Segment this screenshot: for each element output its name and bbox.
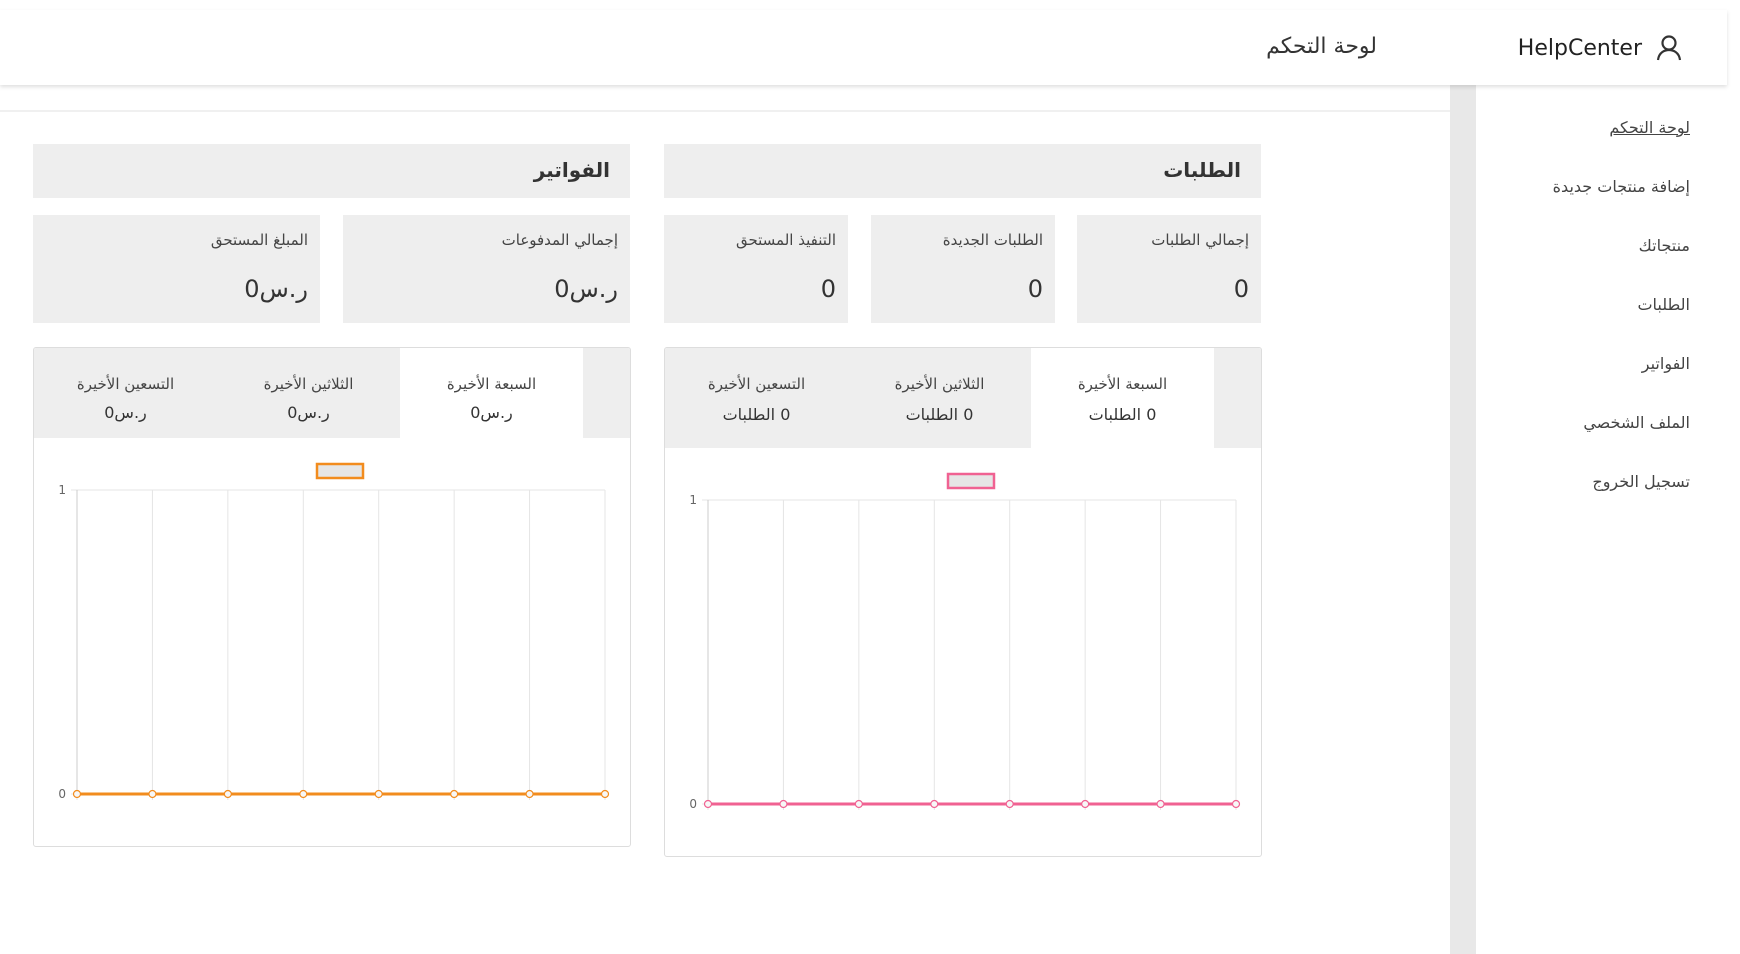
- orders-chart-card: السبعة الأخيرة 0 الطلبات الثلاثين الأخير…: [664, 347, 1262, 857]
- data-point: [1156, 799, 1165, 809]
- sidebar-item-profile[interactable]: الملف الشخصي: [1583, 413, 1690, 432]
- orders-section-header: الطلبات: [664, 144, 1261, 198]
- tab-value: 0 الطلبات: [1088, 405, 1157, 424]
- data-point: [600, 789, 610, 799]
- top-bar: HelpCenter لوحة التحكم: [0, 10, 1727, 85]
- sidebar-item-invoices[interactable]: الفواتير: [1642, 354, 1690, 373]
- invoices-chart-card: السبعة الأخيرة ر.س0 الثلاثين الأخيرة ر.س…: [33, 347, 631, 847]
- stat-label: إجمالي الطلبات: [1151, 231, 1249, 249]
- brand[interactable]: HelpCenter: [1518, 34, 1682, 62]
- stat-value: 0: [1233, 275, 1249, 303]
- stat-card-new-orders: الطلبات الجديدة 0: [871, 215, 1055, 323]
- stat-card-amount-due: المبلغ المستحق ر.س0: [33, 215, 320, 323]
- data-point: [374, 789, 383, 799]
- data-point: [703, 799, 713, 809]
- data-point: [223, 789, 232, 799]
- sidebar-item-dashboard[interactable]: لوحة التحكم: [1609, 118, 1690, 137]
- page-title: لوحة التحكم: [1266, 34, 1377, 59]
- invoices-section-header: الفواتير: [33, 144, 630, 198]
- stat-card-total-payments: إجمالي المدفوعات ر.س0: [343, 215, 630, 323]
- stat-value: 0: [1027, 275, 1043, 303]
- stat-label: الطلبات الجديدة: [942, 231, 1043, 249]
- tab-label: السبعة الأخيرة: [446, 375, 537, 393]
- tab-label: الثلاثين الأخيرة: [263, 375, 354, 393]
- invoices-line-chart: 01: [58, 462, 610, 801]
- sidebar-item-logout[interactable]: تسجيل الخروج: [1592, 472, 1690, 491]
- tab-label: التسعين الأخيرة: [707, 375, 806, 393]
- data-point: [525, 789, 534, 799]
- data-point: [1231, 799, 1241, 809]
- tab-orders-last-30[interactable]: الثلاثين الأخيرة 0 الطلبات: [848, 348, 1031, 448]
- tab-orders-last-7[interactable]: السبعة الأخيرة 0 الطلبات: [1031, 348, 1214, 448]
- tab-value: ر.س0: [287, 403, 330, 422]
- tab-value: 0 الطلبات: [905, 405, 974, 424]
- tab-label: السبعة الأخيرة: [1077, 375, 1168, 393]
- stat-label: المبلغ المستحق: [210, 231, 308, 249]
- data-point: [854, 799, 863, 809]
- stat-value: ر.س0: [554, 275, 618, 303]
- tab-value: ر.س0: [104, 403, 147, 422]
- brand-name: HelpCenter: [1517, 35, 1642, 61]
- orders-line-chart: 01: [689, 472, 1241, 811]
- orders-title: الطلبات: [1163, 158, 1241, 182]
- tab-invoices-last-7[interactable]: السبعة الأخيرة ر.س0: [400, 348, 583, 438]
- data-point: [779, 799, 788, 809]
- tab-label: التسعين الأخيرة: [76, 375, 175, 393]
- stat-card-total-orders: إجمالي الطلبات 0: [1077, 215, 1261, 323]
- legend-swatch: [946, 472, 996, 490]
- data-point: [450, 789, 459, 799]
- orders-tabs: السبعة الأخيرة 0 الطلبات الثلاثين الأخير…: [665, 348, 1261, 448]
- data-point: [1081, 799, 1090, 809]
- tab-value: ر.س0: [470, 403, 513, 422]
- stat-label: التنفيذ المستحق: [735, 231, 836, 249]
- y-tick-label: 1: [689, 493, 697, 507]
- data-point: [72, 789, 82, 799]
- invoices-title: الفواتير: [533, 158, 610, 182]
- data-point: [930, 799, 939, 809]
- invoices-tabs: السبعة الأخيرة ر.س0 الثلاثين الأخيرة ر.س…: [34, 348, 630, 438]
- data-point: [1005, 799, 1014, 809]
- tab-value: 0 الطلبات: [722, 405, 791, 424]
- legend-swatch: [315, 462, 365, 480]
- sidebar-item-my-products[interactable]: منتجاتك: [1639, 236, 1690, 255]
- y-tick-label: 1: [58, 483, 66, 497]
- tab-invoices-last-30[interactable]: الثلاثين الأخيرة ر.س0: [217, 348, 400, 438]
- y-tick-label: 0: [689, 797, 697, 811]
- tab-orders-last-90[interactable]: التسعين الأخيرة 0 الطلبات: [665, 348, 848, 448]
- sidebar-item-add-products[interactable]: إضافة منتجات جديدة: [1553, 177, 1690, 196]
- tab-invoices-last-90[interactable]: التسعين الأخيرة ر.س0: [34, 348, 217, 438]
- stat-value: ر.س0: [244, 275, 308, 303]
- stat-label: إجمالي المدفوعات: [501, 231, 618, 249]
- sidebar-divider: [1450, 85, 1476, 954]
- data-point: [299, 789, 308, 799]
- sidebar: لوحة التحكم إضافة منتجات جديدة منتجاتك ا…: [1476, 85, 1740, 954]
- y-tick-label: 0: [58, 787, 66, 801]
- stat-value: 0: [820, 275, 836, 303]
- sidebar-item-orders[interactable]: الطلبات: [1637, 295, 1690, 314]
- tab-label: الثلاثين الأخيرة: [894, 375, 985, 393]
- data-point: [148, 789, 157, 799]
- stat-card-pending-fulfillment: التنفيذ المستحق 0: [664, 215, 848, 323]
- user-icon: [1656, 35, 1682, 61]
